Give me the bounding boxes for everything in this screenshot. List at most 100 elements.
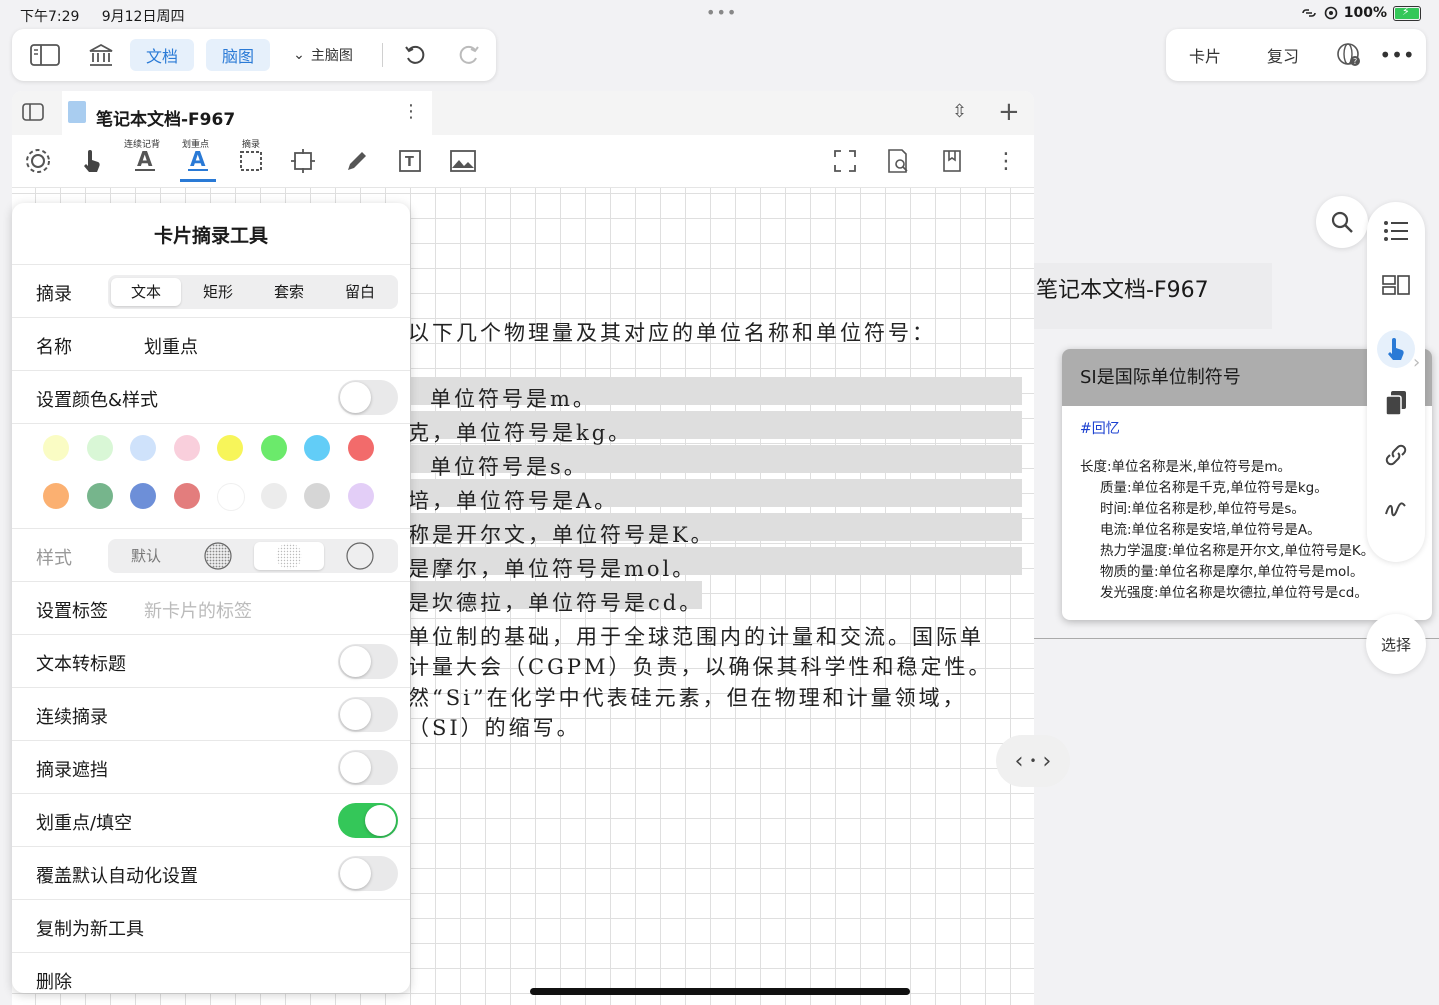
color-swatch[interactable] <box>304 435 330 461</box>
card-content-line: 发光强度:单位名称是坎德拉,单位符号是cd。 <box>1100 585 1368 601</box>
mode-lasso-option[interactable]: 套索 <box>254 278 324 306</box>
add-tab-icon[interactable]: + <box>998 97 1020 127</box>
main-mindmap-dropdown[interactable]: ⌄ 主脑图 <box>278 39 368 71</box>
redo-icon[interactable] <box>454 39 484 71</box>
style-default-option[interactable]: 默认 <box>111 542 181 570</box>
battery-percent: 100% <box>1343 5 1387 21</box>
tools-more-icon[interactable]: ⋮ <box>988 143 1024 179</box>
note-text-line: 是摩尔，单位符号是mol。 <box>408 557 697 581</box>
color-style-toggle[interactable] <box>338 380 398 415</box>
color-swatch[interactable] <box>174 435 200 461</box>
color-swatch[interactable] <box>348 483 374 509</box>
rect-excerpt-tool-icon[interactable] <box>233 143 269 179</box>
note-text-line: 计量大会（CGPM）负责，以确保其科学性和稳定性。 <box>408 655 993 679</box>
color-swatch[interactable] <box>304 483 330 509</box>
style-outline-option[interactable] <box>325 542 395 570</box>
document-tab-bar: 笔记本文档-F967 ⋮ ⇳ + <box>12 91 1034 135</box>
select-button[interactable]: 选择 <box>1366 614 1426 674</box>
card-content-line: 长度:单位名称是米,单位符号是m。 <box>1080 459 1291 475</box>
status-date: 9月12日周四 <box>101 9 185 25</box>
excerpt-label: 摘录 <box>36 284 72 305</box>
svg-text:A: A <box>137 148 153 171</box>
web-help-icon[interactable]: ? <box>1332 39 1366 71</box>
mode-text-option[interactable]: 文本 <box>111 278 181 306</box>
override-toggle[interactable] <box>338 856 398 891</box>
continuous-excerpt-row: 连续摘录 <box>12 687 410 741</box>
doc-tab-button[interactable]: 文档 <box>130 39 194 71</box>
svg-text:?: ? <box>1353 57 1357 66</box>
mindmap-tab-button[interactable]: 脑图 <box>206 39 270 71</box>
tag-row[interactable]: 设置标签 新卡片的标签 <box>12 581 410 635</box>
highlight-fill-toggle[interactable] <box>338 803 398 838</box>
color-swatch[interactable] <box>217 483 245 511</box>
card-tag[interactable]: #回忆 <box>1080 418 1120 438</box>
mindmap-root-node[interactable]: 笔记本文档-F967 <box>1034 263 1272 329</box>
hand-pointer-icon[interactable] <box>74 143 110 179</box>
text-to-title-label: 文本转标题 <box>36 654 126 675</box>
continuous-excerpt-toggle[interactable] <box>338 697 398 732</box>
home-indicator[interactable] <box>530 988 910 995</box>
text-to-title-toggle[interactable] <box>338 644 398 679</box>
text-box-icon[interactable]: T <box>392 143 428 179</box>
copy-as-new-tool-row[interactable]: 复制为新工具 <box>12 899 410 953</box>
chevron-right-icon: › <box>1042 748 1052 774</box>
color-swatch[interactable] <box>348 435 374 461</box>
search-document-icon[interactable] <box>880 143 916 179</box>
name-row[interactable]: 名称 划重点 <box>12 317 410 371</box>
note-text-line: 单位制的基础，用于全球范围内的计量和交流。国际单 <box>408 625 984 649</box>
chevron-right-icon[interactable]: › <box>1413 352 1420 373</box>
search-icon[interactable] <box>1316 196 1368 248</box>
override-label: 覆盖默认自动化设置 <box>36 866 198 887</box>
highlight-tool-icon[interactable]: A <box>180 143 216 182</box>
name-value[interactable]: 划重点 <box>144 333 198 359</box>
color-swatch[interactable] <box>261 435 287 461</box>
cards-button[interactable]: 卡片 <box>1178 39 1232 71</box>
panel-resize-handle[interactable]: ‹ • › <box>996 735 1070 787</box>
layout-icon[interactable] <box>1381 270 1411 300</box>
image-icon[interactable] <box>445 143 481 179</box>
fullscreen-icon[interactable] <box>827 143 863 179</box>
color-swatch[interactable] <box>261 483 287 509</box>
tag-input-placeholder[interactable]: 新卡片的标签 <box>144 597 252 623</box>
multitask-dots[interactable]: ••• <box>706 3 737 22</box>
resize-tool-icon[interactable] <box>285 143 321 179</box>
excerpt-mask-toggle[interactable] <box>338 750 398 785</box>
select-button-label: 选择 <box>1380 635 1411 654</box>
chevron-left-icon: ‹ <box>1014 748 1024 774</box>
more-icon[interactable]: ••• <box>1379 39 1414 71</box>
style-light-dots-option[interactable] <box>254 542 324 570</box>
gear-sync-icon[interactable] <box>20 143 56 179</box>
mode-rect-option[interactable]: 矩形 <box>183 278 253 306</box>
freehand-icon[interactable] <box>1381 494 1411 524</box>
undo-icon[interactable] <box>400 39 430 71</box>
link-icon[interactable] <box>1381 440 1411 470</box>
tab-more-icon[interactable]: ⋮ <box>402 101 420 122</box>
bookmark-icon[interactable] <box>934 143 970 179</box>
excerpt-mode-segmented: 文本 矩形 套索 留白 <box>108 275 398 309</box>
sheet-title: 卡片摘录工具 <box>153 225 268 247</box>
color-swatch[interactable] <box>174 483 200 509</box>
color-swatch[interactable] <box>87 435 113 461</box>
library-icon[interactable] <box>84 39 118 71</box>
hand-select-icon[interactable] <box>1377 330 1415 368</box>
color-swatch[interactable] <box>87 483 113 509</box>
split-view-icon[interactable] <box>22 103 44 125</box>
copy-icon[interactable] <box>1381 388 1411 418</box>
list-icon[interactable] <box>1381 216 1411 246</box>
document-tab[interactable]: 笔记本文档-F967 ⋮ <box>62 91 432 135</box>
style-dense-dots-option[interactable] <box>183 542 253 570</box>
delete-row[interactable]: 删除 <box>12 952 410 993</box>
card-content-line: 热力学温度:单位名称是开尔文,单位符号是K。 <box>1100 543 1375 559</box>
continuous-memo-tool-icon[interactable]: A <box>127 143 163 179</box>
mode-blank-option[interactable]: 留白 <box>325 278 395 306</box>
pencil-icon[interactable] <box>339 143 375 179</box>
color-swatch[interactable] <box>130 483 156 509</box>
sort-arrows-icon[interactable]: ⇳ <box>952 101 967 122</box>
review-button[interactable]: 复习 <box>1256 39 1310 71</box>
sidebar-toggle-icon[interactable] <box>28 39 62 71</box>
color-swatch[interactable] <box>130 435 156 461</box>
color-swatch[interactable] <box>43 435 69 461</box>
color-swatch[interactable] <box>43 483 69 509</box>
color-swatch[interactable] <box>217 435 243 461</box>
notebook-icon <box>68 101 86 123</box>
